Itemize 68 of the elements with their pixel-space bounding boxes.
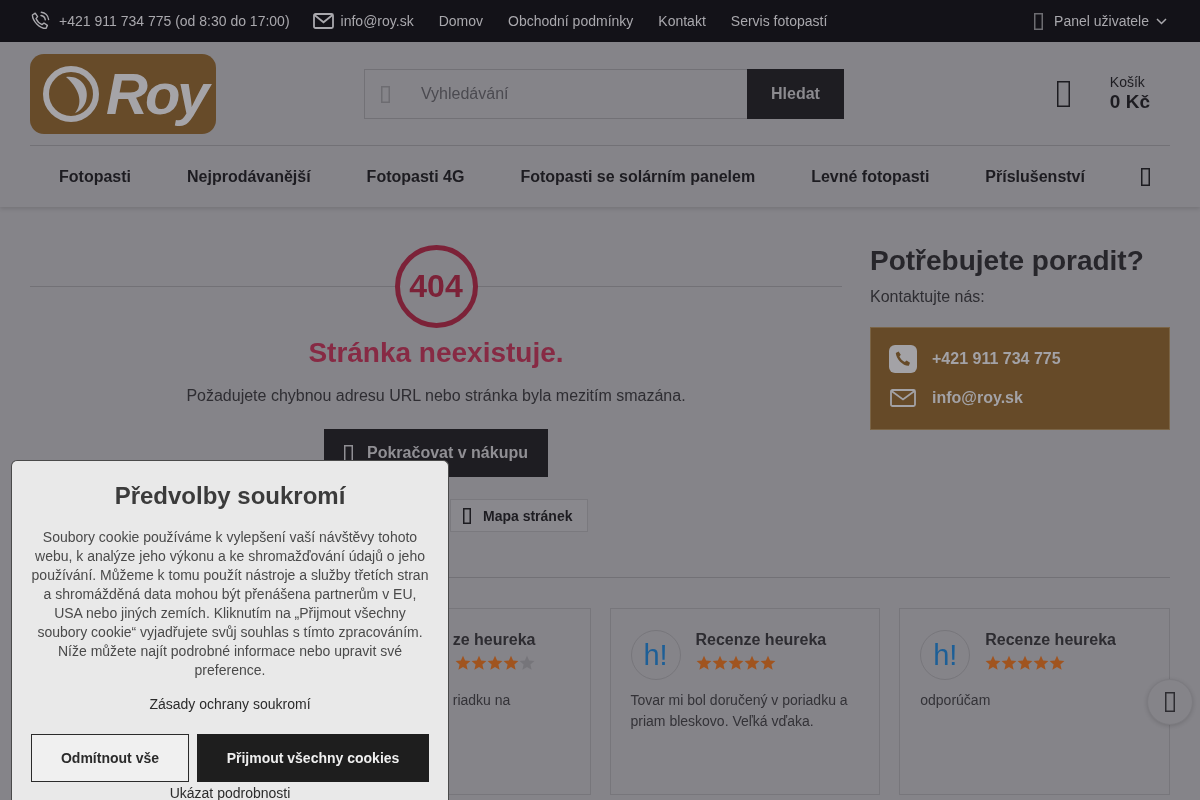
privacy-policy-link[interactable]: Zásady ochrany soukromí xyxy=(149,694,311,714)
accept-all-button[interactable]: Přijmout všechny cookies xyxy=(197,734,429,782)
error-title: Stránka neexistuje. xyxy=(307,337,565,369)
category-link[interactable]: Fotopasti 4G xyxy=(366,167,465,186)
carousel-next-button[interactable] xyxy=(1147,679,1193,725)
top-menu-link[interactable]: Servis fotopastí xyxy=(730,12,828,30)
top-menu-link[interactable]: Kontakt xyxy=(658,12,706,30)
help-title: Potřebujete poradit? xyxy=(870,245,1145,277)
review-source-title: Recenze heureka xyxy=(695,630,827,650)
review-source-title: Recenze heureka xyxy=(985,630,1116,650)
glyph-box-icon xyxy=(1165,692,1175,712)
page-link-button[interactable]: Mapa stránek xyxy=(450,499,589,532)
error-message: Požadujete chybnou adresu URL nebo stránka byla mezitím smazána. xyxy=(185,386,687,406)
ring-swirl-icon xyxy=(42,64,100,123)
star-icon xyxy=(470,655,487,671)
star-icon xyxy=(711,655,728,671)
category-link[interactable]: Fotopasti xyxy=(59,167,131,186)
chevron-down-icon xyxy=(1156,17,1167,25)
review-source-title: ze heureka xyxy=(452,630,536,650)
dialog-text: Soubory cookie používáme k vylepšení vaší návštěvy tohoto webu, k analýze jeho výkonu a ke shromažďování údajů o jeho používání. Můžeme k tomu použít nástroje a služby třetích stran a shromážděná data mohou být přenášena partnerům v EU, USA nebo jiných zemích. Kliknutím na „Přijmout všechny soubory cookie“ vyjadřujete svůj souhlas s tímto zpracováním. Níže můžete najít podrobné informace nebo upravit své preference. xyxy=(31,528,429,680)
star-icon xyxy=(454,655,471,671)
phone-icon xyxy=(30,11,50,31)
top-menu-link[interactable]: Domov xyxy=(438,12,483,30)
review-text: odporúčam xyxy=(920,691,992,710)
star-icon xyxy=(695,655,712,671)
cart-label[interactable]: Košík xyxy=(1109,74,1150,91)
search-button[interactable]: Hledat xyxy=(747,68,844,119)
review-source-logo: h! xyxy=(920,630,971,680)
logo[interactable]: Roy xyxy=(30,53,216,134)
glyph-box-icon xyxy=(463,507,471,524)
user-panel-button[interactable]: Panel uživatele xyxy=(1034,12,1167,30)
star-icon xyxy=(1001,655,1018,671)
star-icon xyxy=(518,655,535,671)
glyph-box-icon[interactable] xyxy=(1140,167,1150,186)
phone-number[interactable]: +421 911 734 775 (od 8:30 do 17:00) xyxy=(59,12,290,30)
review-text: riadku na xyxy=(452,691,512,710)
glyph-box-icon[interactable] xyxy=(1056,80,1070,107)
star-icon xyxy=(502,655,519,671)
envelope-icon xyxy=(312,13,334,29)
cart-total[interactable]: 0 Kč xyxy=(1109,91,1150,113)
star-icon xyxy=(727,655,744,671)
dialog-title: Předvolby soukromí xyxy=(114,481,346,511)
contact-email[interactable]: info@roy.sk xyxy=(932,389,1023,407)
envelope-icon xyxy=(890,389,916,407)
star-icon xyxy=(985,655,1002,671)
category-link[interactable]: Levné fotopasti xyxy=(811,167,930,186)
help-subtitle: Kontaktujte nás: xyxy=(870,287,986,307)
star-icon xyxy=(1017,655,1034,671)
star-icon xyxy=(486,655,503,671)
error-code: 404 xyxy=(394,245,478,328)
star-icon xyxy=(759,655,776,671)
top-menu-link[interactable]: Obchodní podmínky xyxy=(508,12,634,30)
category-link[interactable]: Příslušenství xyxy=(985,167,1085,186)
star-icon xyxy=(1033,655,1050,671)
category-link[interactable]: Nejprodávanější xyxy=(187,167,311,186)
reject-all-button[interactable]: Odmítnout vše xyxy=(31,734,189,782)
star-icon xyxy=(1049,655,1066,671)
star-icon xyxy=(743,655,760,671)
email-link[interactable]: info@roy.sk xyxy=(340,12,414,30)
glyph-box-icon xyxy=(381,85,390,103)
phone-icon xyxy=(889,345,917,373)
glyph-box-icon xyxy=(1034,12,1044,30)
search-field[interactable]: Vyhledávání xyxy=(364,68,747,119)
category-link[interactable]: Fotopasti se solárním panelem xyxy=(520,167,756,186)
glyph-box-icon xyxy=(344,444,353,462)
details-link[interactable]: Ukázat podrobnosti xyxy=(169,786,291,800)
contact-phone[interactable]: +421 911 734 775 xyxy=(932,350,1061,368)
review-text: Tovar mi bol doručený v poriadku a priam bleskovo. Veľká vďaka. xyxy=(630,691,849,731)
